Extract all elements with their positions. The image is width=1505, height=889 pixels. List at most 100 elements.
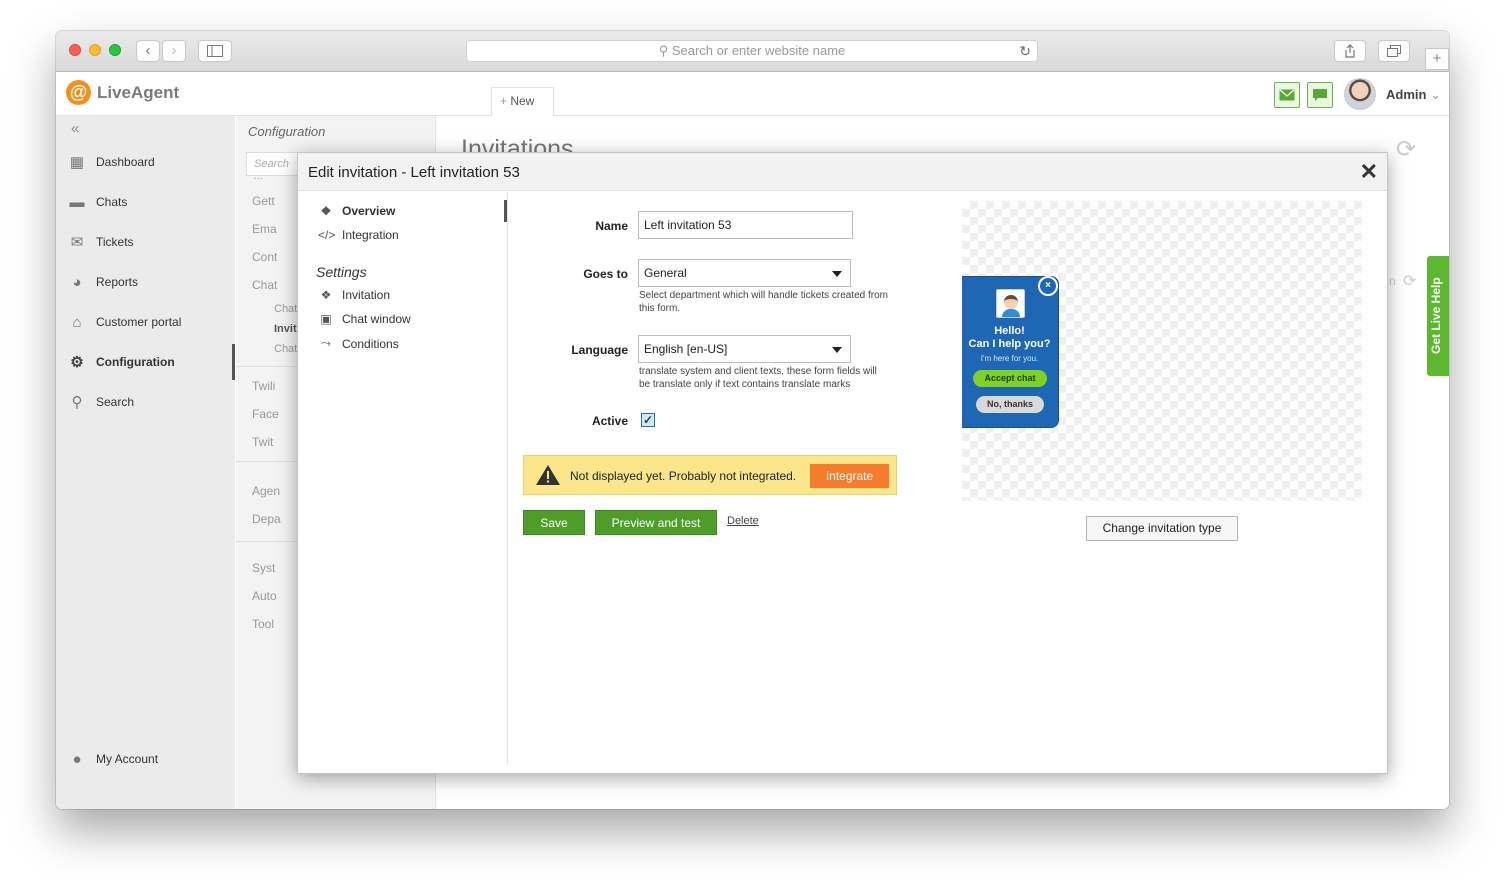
sidebar-icon	[207, 45, 223, 57]
config-item-twitter[interactable]: Twit	[252, 435, 273, 449]
config-item-departments[interactable]: Depa	[252, 512, 281, 526]
config-item-facebook[interactable]: Face	[252, 407, 279, 421]
maximize-window-button[interactable]	[109, 44, 121, 56]
config-item-getting-started[interactable]: Gett	[252, 194, 275, 208]
config-item-twilio[interactable]: Twili	[252, 379, 275, 393]
name-label: Name	[595, 219, 628, 233]
active-checkbox[interactable]: ✓	[641, 413, 655, 427]
collapse-icon[interactable]: «	[71, 120, 79, 137]
menu-item-chat-window[interactable]: ▣ Chat window	[318, 312, 410, 326]
tabs-overview-button[interactable]	[1378, 40, 1410, 62]
gear-icon: ⚙	[70, 354, 84, 371]
language-select[interactable]: English [en-US]	[638, 335, 851, 363]
search-icon: ⚲	[658, 43, 672, 58]
sidebar-item-label: Configuration	[96, 355, 175, 369]
sidebar-item-configuration[interactable]: ⚙ Configuration	[56, 344, 235, 380]
config-item-agents[interactable]: Agen	[252, 484, 280, 498]
reload-icon[interactable]: ↻	[1019, 41, 1031, 61]
no-thanks-button[interactable]: No, thanks	[976, 396, 1044, 413]
sidebar-item-customer-portal[interactable]: ⌂ Customer portal	[56, 304, 235, 340]
sidebar-toggle-button[interactable]	[198, 40, 232, 62]
sidebar-item-my-account[interactable]: ● My Account	[56, 741, 235, 777]
edit-invitation-dialog: Edit invitation - Left invitation 53 ✕ ❖…	[297, 152, 1388, 774]
menu-item-overview[interactable]: ❖ Overview	[318, 204, 396, 218]
save-button[interactable]: Save	[523, 510, 585, 535]
liveagent-logo[interactable]: @ LiveAgent	[66, 80, 179, 105]
user-name: Admin	[1386, 87, 1427, 102]
pie-chart-icon: ◕	[72, 273, 82, 291]
config-item-chat[interactable]: Chat	[252, 278, 277, 292]
menu-item-integration[interactable]: </> Integration	[318, 228, 399, 242]
dialog-menu: ❖ Overview </> Integration Settings ❖ Invit…	[298, 192, 508, 764]
sidebar-item-label: Chats	[96, 195, 128, 209]
config-item-system[interactable]: Syst	[252, 561, 275, 575]
menu-item-invitation[interactable]: ❖ Invitation	[318, 288, 390, 302]
browser-titlebar: ‹ › ⚲ Search or enter website name ↻ +	[56, 31, 1449, 72]
config-subitem-chat[interactable]: Chat	[274, 303, 297, 315]
accept-chat-button[interactable]: Accept chat	[973, 370, 1047, 387]
dialog-title: Edit invitation - Left invitation 53	[308, 164, 520, 181]
layers-icon: ❖	[320, 288, 332, 302]
dialog-header: Edit invitation - Left invitation 53 ✕	[298, 153, 1387, 191]
sidebar-item-chats[interactable]: ▬ Chats	[56, 184, 235, 220]
language-value: English [en-US]	[644, 342, 728, 356]
tabs-icon	[1387, 45, 1401, 57]
sidebar-item-search[interactable]: ⚲ Search	[56, 384, 235, 420]
get-live-help-button[interactable]: Get Live Help	[1427, 256, 1449, 376]
dropdown-arrow-icon	[832, 347, 842, 353]
close-window-button[interactable]	[69, 44, 81, 56]
config-item-email[interactable]: Ema	[252, 222, 277, 236]
new-label: New	[510, 94, 535, 108]
change-invitation-type-button[interactable]: Change invitation type	[1086, 516, 1238, 541]
forward-button[interactable]: ›	[162, 40, 186, 62]
active-label: Active	[591, 414, 628, 428]
sidebar-item-reports[interactable]: ◕ Reports	[56, 264, 235, 300]
integrate-button[interactable]: Integrate	[810, 464, 889, 488]
address-bar[interactable]: ⚲ Search or enter website name ↻	[466, 40, 1038, 62]
back-button[interactable]: ‹	[136, 40, 160, 62]
address-placeholder: Search or enter website name	[671, 43, 846, 58]
new-button[interactable]: + New	[491, 87, 554, 116]
minimize-window-button[interactable]	[89, 44, 101, 56]
preview-and-test-button[interactable]: Preview and test	[595, 510, 717, 535]
delete-link[interactable]: Delete	[727, 515, 759, 527]
chat-bubble-icon[interactable]	[1307, 82, 1333, 108]
sidebar-item-label: Search	[96, 395, 135, 409]
user-menu[interactable]: Admin ⌄	[1386, 87, 1441, 103]
goes-to-value: General	[644, 266, 687, 280]
sidebar-item-label: Reports	[96, 275, 139, 289]
envelope-icon: ✉	[70, 234, 84, 251]
mail-icon[interactable]	[1274, 82, 1300, 108]
config-item-automation[interactable]: Auto	[252, 589, 277, 603]
menu-item-label: Integration	[342, 228, 399, 242]
chat-icon: ▬	[69, 193, 85, 211]
plus-icon: +	[500, 94, 511, 108]
browser-window: ‹ › ⚲ Search or enter website name ↻ + @…	[56, 31, 1449, 809]
config-item-contact[interactable]: Cont	[252, 250, 277, 264]
goes-to-hint: Select department which will handle tick…	[639, 290, 889, 314]
invitation-widget: × Hello! Can I help you? I'm here for yo…	[962, 276, 1059, 428]
main-sidebar: « ▦ Dashboard ▬ Chats ✉ Tickets ◕ Reports ⌂ C…	[56, 116, 235, 809]
avatar[interactable]	[1344, 78, 1376, 110]
name-input[interactable]: Left invitation 53	[638, 211, 853, 239]
menu-item-conditions[interactable]: ⤳ Conditions	[318, 336, 399, 351]
share-button[interactable]	[1334, 40, 1366, 62]
goes-to-select[interactable]: General	[638, 259, 851, 287]
config-subitem-invitations[interactable]: Invit	[274, 323, 297, 335]
refresh-small-icon[interactable]: ⟳	[1403, 271, 1416, 291]
conditions-icon: ⤳	[321, 336, 331, 350]
sidebar-item-tickets[interactable]: ✉ Tickets	[56, 224, 235, 260]
bank-icon: ⌂	[72, 313, 82, 331]
config-item-tools[interactable]: Tool	[252, 617, 274, 631]
close-icon[interactable]: ×	[1038, 276, 1058, 296]
code-icon: </>	[318, 228, 336, 242]
sidebar-item-dashboard[interactable]: ▦ Dashboard	[56, 144, 235, 180]
app-header: @ LiveAgent + New Admin ⌄	[56, 72, 1449, 116]
config-subitem-chat-2[interactable]: Chat	[274, 343, 297, 355]
menu-item-label: Overview	[342, 204, 396, 218]
close-icon[interactable]: ✕	[1360, 159, 1378, 185]
sidebar-item-label: Customer portal	[96, 315, 182, 329]
new-tab-button[interactable]: +	[1425, 48, 1449, 70]
refresh-icon[interactable]: ⟳	[1396, 135, 1416, 164]
logo-text: LiveAgent	[97, 82, 180, 102]
